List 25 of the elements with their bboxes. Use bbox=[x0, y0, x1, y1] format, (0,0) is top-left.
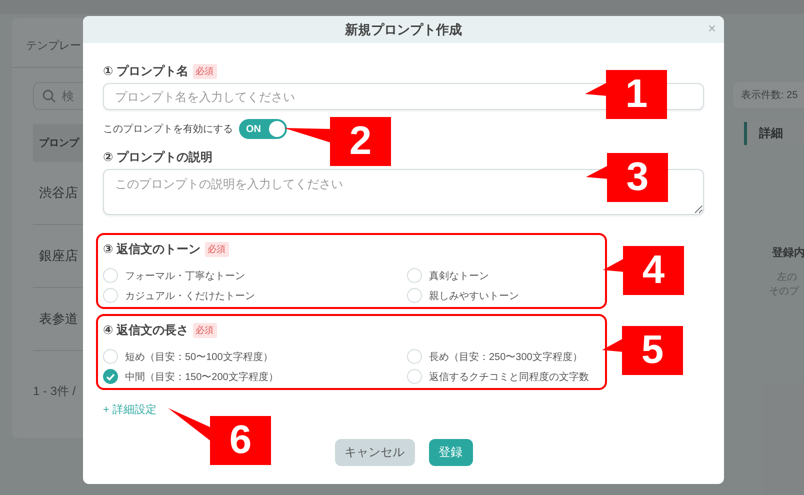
required-tag: 必須 bbox=[204, 242, 228, 257]
search-icon bbox=[42, 89, 56, 103]
callout-number: 4 bbox=[623, 246, 684, 295]
field-label: ② プロンプトの説明 bbox=[103, 149, 212, 166]
radio-option[interactable]: カジュアル・くだけたトーン bbox=[103, 288, 407, 303]
callout-pointer bbox=[168, 408, 212, 442]
radio-option[interactable]: 親しみやすいトーン bbox=[407, 288, 607, 303]
pagination-text: 1 - 3件 / bbox=[33, 383, 77, 400]
callout-pointer bbox=[284, 128, 332, 143]
empty-title: 登録内 bbox=[772, 246, 804, 260]
callout-number: 1 bbox=[606, 70, 667, 119]
callout-number: 2 bbox=[330, 117, 391, 166]
callout-number: 3 bbox=[607, 153, 668, 202]
radio-option[interactable]: 中間（目安：150〜200文字程度） bbox=[103, 369, 407, 384]
group-label: ③ 返信文のトーン bbox=[103, 241, 200, 258]
group-label: ④ 返信文の長さ bbox=[103, 322, 188, 339]
callout-number: 5 bbox=[622, 326, 683, 375]
radio-option[interactable]: 短め（目安：50〜100文字程度） bbox=[103, 349, 407, 364]
toggle-label: このプロンプトを有効にする bbox=[103, 122, 233, 136]
required-tag: 必須 bbox=[192, 323, 216, 338]
required-tag: 必須 bbox=[192, 64, 216, 79]
radio-option[interactable]: 返信するクチコミと同程度の文字数 bbox=[407, 369, 607, 384]
radio-option[interactable]: フォーマル・丁寧なトーン bbox=[103, 268, 407, 283]
cancel-button[interactable]: キャンセル bbox=[334, 439, 414, 466]
callout-number: 6 bbox=[210, 416, 271, 465]
